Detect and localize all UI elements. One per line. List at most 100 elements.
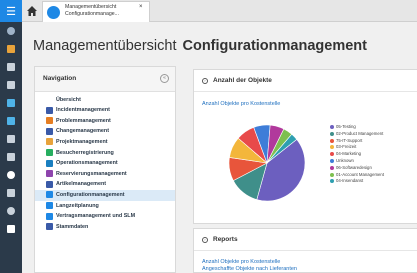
nav-item-label: Reservierungsmanagement [56,170,127,177]
home-icon[interactable] [26,5,38,17]
person-icon [46,223,53,231]
tab-bar: Managementübersicht Configurationmanage.… [22,0,417,22]
legend-label: Unknown [336,158,354,163]
network-icon[interactable] [0,94,22,112]
nav-item-label: Stammdaten [56,223,89,230]
chevron-right-icon[interactable]: › [202,78,208,84]
legend-item[interactable]: Unknown [330,158,417,164]
phone-icon[interactable] [0,112,22,130]
legend-swatch [330,159,334,163]
cloud-icon[interactable] [0,166,22,184]
nav-item-label: Langzeitplanung [56,202,99,209]
nav-item-reservierungsmanagement[interactable]: Reservierungsmanagement [35,169,175,180]
legend-swatch [330,125,334,129]
navigation-header: Navigation « [35,67,175,92]
search-icon[interactable] [0,22,22,40]
reports-title: Reports [213,236,238,243]
reports-panel: › Reports Anzahl Objekte pro Kostenstell… [193,228,417,273]
tab-configurationmanagement[interactable]: Managementübersicht Configurationmanage.… [42,1,150,22]
object-count-title: Anzahl der Objekte [213,77,272,84]
nav-item-label: Incidentmanagement [56,107,110,114]
legend-swatch [330,179,334,184]
nav-item-projektmanagement[interactable]: Projektmanagement [35,137,175,148]
chevron-right-icon[interactable]: › [202,237,208,243]
page-title-light: Managementübersicht [33,38,177,54]
pencil-icon [46,138,53,146]
nav-item-besucherregistrierung[interactable]: Besucherregistrierung [35,148,175,159]
report-link-suppliers[interactable]: Angeschaffte Objekte nach Lieferanten [202,266,297,272]
arrow-up-icon [46,202,53,209]
edit-icon[interactable] [0,220,22,238]
nav-item-label: Configurationmanagement [56,191,125,198]
tab-title-line1: Managementübersicht [65,4,117,10]
legend-label: 04-Insendanst [336,178,364,184]
tab-title-line2: Configurationmanage... [65,11,119,17]
nav-item-label: Changemanagement [56,128,110,135]
nav-item-übersicht[interactable]: Übersicht [35,95,175,106]
grid-icon[interactable] [0,184,22,202]
close-icon[interactable]: × [139,4,143,10]
legend-item[interactable]: 05-Testing [330,124,417,130]
legend-swatch [330,138,334,143]
navigation-panel: Navigation « Übersicht Incidentmanagement… [34,66,176,273]
nav-item-stammdaten[interactable]: Stammdaten [35,222,175,233]
operations-icon [46,159,53,167]
legend-item[interactable]: 75-IT-Support [330,138,417,144]
contract-icon [46,212,53,220]
legend-item[interactable]: 03-Freizeit [330,144,417,150]
settings-icon[interactable] [0,202,22,220]
cost-center-link[interactable]: Anzahl Objekte pro Kostenstelle [202,101,280,107]
calendar-icon[interactable] [0,148,22,166]
config-icon [46,191,53,199]
left-rail: ☰ [0,0,22,273]
legend-swatch [330,172,334,177]
nav-item-artikelmanagement[interactable]: Artikelmanagement [35,180,175,191]
info-icon[interactable] [0,76,22,94]
nav-item-problemmanagement[interactable]: Problemmanagement [35,116,175,127]
nav-item-incidentmanagement[interactable]: Incidentmanagement [35,106,175,117]
menu-icon[interactable]: ☰ [0,0,22,22]
legend-label: 06-Softwaredesign [336,164,372,170]
change-icon [46,127,53,135]
visitor-icon [46,149,53,156]
report-link-cost-center[interactable]: Anzahl Objekte pro Kostenstelle [202,259,280,265]
app-window: ☰ Managementübersicht Configurationmanag… [0,0,417,273]
legend-label: 75-IT-Support [336,137,363,143]
legend-item[interactable]: 06-Softwaredesign [330,165,417,171]
nav-item-label: Übersicht [56,96,81,103]
nav-item-vertragsmanagement-und-slm[interactable]: Vertragsmanagement und SLM [35,212,175,223]
legend-swatch [330,152,334,157]
document-icon[interactable] [0,58,22,76]
legend-label: 02-Product Management [336,130,384,136]
reservation-icon [46,170,53,178]
nav-item-label: Vertragsmanagement und SLM [56,213,136,220]
page-title-bold: Configurationmanagement [182,38,367,54]
legend-label: 04-Marketing [336,151,362,157]
user-icon[interactable] [0,40,22,58]
nav-item-operationsmanagement[interactable]: Operationsmanagement [35,159,175,170]
nav-item-label: Artikelmanagement [56,181,107,188]
collapse-icon[interactable]: « [160,74,169,83]
pie-chart [228,124,306,202]
nav-item-label: Projektmanagement [56,138,108,145]
legend-swatch [330,165,334,170]
warning-icon [46,117,53,125]
article-icon [46,180,53,188]
legend-item[interactable]: 04-Insendanst [330,178,417,184]
object-count-panel: › Anzahl der Objekte Anzahl Objekte pro … [193,69,417,224]
nav-item-label: Operationsmanagement [56,160,118,167]
legend-item[interactable]: 04-Marketing [330,151,417,157]
legend-swatch [330,131,334,136]
page-title: Managementübersicht Configurationmanageme… [33,38,367,54]
nav-item-langzeitplanung[interactable]: Langzeitplanung [35,201,175,212]
cloud-icon [47,6,60,19]
legend-label: 01-Account Management [336,171,385,177]
book-icon [46,106,53,114]
legend-label: 05-Testing [336,124,356,129]
nav-item-label: Problemmanagement [56,117,111,124]
legend-item[interactable]: 01-Account Management [330,172,417,178]
nav-item-changemanagement[interactable]: Changemanagement [35,127,175,138]
nav-item-configurationmanagement[interactable]: Configurationmanagement [35,190,175,201]
files-icon[interactable] [0,130,22,148]
legend-item[interactable]: 02-Product Management [330,131,417,137]
